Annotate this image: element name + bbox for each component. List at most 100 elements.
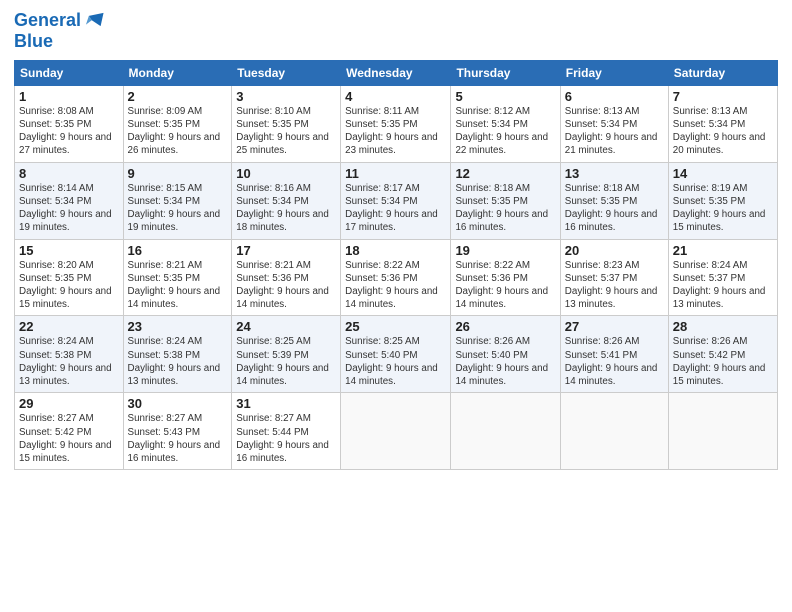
calendar-day-cell: 26Sunrise: 8:26 AMSunset: 5:40 PMDayligh… — [451, 316, 560, 393]
day-number: 23 — [128, 319, 228, 334]
day-number: 16 — [128, 243, 228, 258]
calendar-week-row: 1Sunrise: 8:08 AMSunset: 5:35 PMDaylight… — [15, 85, 778, 162]
day-number: 2 — [128, 89, 228, 104]
calendar-day-cell: 17Sunrise: 8:21 AMSunset: 5:36 PMDayligh… — [232, 239, 341, 316]
day-number: 17 — [236, 243, 336, 258]
day-info: Sunrise: 8:17 AMSunset: 5:34 PMDaylight:… — [345, 182, 446, 235]
day-info: Sunrise: 8:24 AMSunset: 5:38 PMDaylight:… — [128, 335, 228, 388]
calendar-day-cell: 25Sunrise: 8:25 AMSunset: 5:40 PMDayligh… — [341, 316, 451, 393]
calendar-day-cell: 18Sunrise: 8:22 AMSunset: 5:36 PMDayligh… — [341, 239, 451, 316]
weekday-header-saturday: Saturday — [668, 60, 777, 85]
calendar-week-row: 29Sunrise: 8:27 AMSunset: 5:42 PMDayligh… — [15, 393, 778, 470]
day-number: 12 — [455, 166, 555, 181]
day-info: Sunrise: 8:11 AMSunset: 5:35 PMDaylight:… — [345, 105, 446, 158]
logo-text2: Blue — [14, 32, 53, 52]
calendar-week-row: 22Sunrise: 8:24 AMSunset: 5:38 PMDayligh… — [15, 316, 778, 393]
day-number: 1 — [19, 89, 119, 104]
day-number: 14 — [673, 166, 773, 181]
day-info: Sunrise: 8:24 AMSunset: 5:38 PMDaylight:… — [19, 335, 119, 388]
day-info: Sunrise: 8:10 AMSunset: 5:35 PMDaylight:… — [236, 105, 336, 158]
day-info: Sunrise: 8:12 AMSunset: 5:34 PMDaylight:… — [455, 105, 555, 158]
calendar-table: SundayMondayTuesdayWednesdayThursdayFrid… — [14, 60, 778, 470]
day-number: 25 — [345, 319, 446, 334]
day-number: 24 — [236, 319, 336, 334]
day-number: 8 — [19, 166, 119, 181]
day-info: Sunrise: 8:13 AMSunset: 5:34 PMDaylight:… — [565, 105, 664, 158]
calendar-day-cell: 20Sunrise: 8:23 AMSunset: 5:37 PMDayligh… — [560, 239, 668, 316]
day-info: Sunrise: 8:23 AMSunset: 5:37 PMDaylight:… — [565, 259, 664, 312]
weekday-header-monday: Monday — [123, 60, 232, 85]
day-number: 30 — [128, 396, 228, 411]
day-info: Sunrise: 8:27 AMSunset: 5:42 PMDaylight:… — [19, 412, 119, 465]
day-info: Sunrise: 8:21 AMSunset: 5:36 PMDaylight:… — [236, 259, 336, 312]
calendar-day-cell: 16Sunrise: 8:21 AMSunset: 5:35 PMDayligh… — [123, 239, 232, 316]
day-info: Sunrise: 8:27 AMSunset: 5:44 PMDaylight:… — [236, 412, 336, 465]
day-number: 5 — [455, 89, 555, 104]
day-info: Sunrise: 8:24 AMSunset: 5:37 PMDaylight:… — [673, 259, 773, 312]
logo-text: General — [14, 11, 81, 31]
logo-icon — [83, 10, 105, 32]
day-info: Sunrise: 8:18 AMSunset: 5:35 PMDaylight:… — [455, 182, 555, 235]
weekday-header-wednesday: Wednesday — [341, 60, 451, 85]
logo: General Blue — [14, 10, 105, 52]
day-number: 20 — [565, 243, 664, 258]
day-info: Sunrise: 8:26 AMSunset: 5:40 PMDaylight:… — [455, 335, 555, 388]
calendar-day-cell: 28Sunrise: 8:26 AMSunset: 5:42 PMDayligh… — [668, 316, 777, 393]
day-number: 6 — [565, 89, 664, 104]
day-number: 28 — [673, 319, 773, 334]
calendar-day-cell: 19Sunrise: 8:22 AMSunset: 5:36 PMDayligh… — [451, 239, 560, 316]
weekday-header-tuesday: Tuesday — [232, 60, 341, 85]
calendar-day-cell — [451, 393, 560, 470]
day-info: Sunrise: 8:15 AMSunset: 5:34 PMDaylight:… — [128, 182, 228, 235]
calendar-day-cell: 2Sunrise: 8:09 AMSunset: 5:35 PMDaylight… — [123, 85, 232, 162]
day-number: 10 — [236, 166, 336, 181]
day-number: 3 — [236, 89, 336, 104]
day-info: Sunrise: 8:18 AMSunset: 5:35 PMDaylight:… — [565, 182, 664, 235]
calendar-day-cell: 24Sunrise: 8:25 AMSunset: 5:39 PMDayligh… — [232, 316, 341, 393]
calendar-day-cell: 14Sunrise: 8:19 AMSunset: 5:35 PMDayligh… — [668, 162, 777, 239]
day-info: Sunrise: 8:21 AMSunset: 5:35 PMDaylight:… — [128, 259, 228, 312]
calendar-week-row: 8Sunrise: 8:14 AMSunset: 5:34 PMDaylight… — [15, 162, 778, 239]
day-info: Sunrise: 8:26 AMSunset: 5:41 PMDaylight:… — [565, 335, 664, 388]
calendar-day-cell: 30Sunrise: 8:27 AMSunset: 5:43 PMDayligh… — [123, 393, 232, 470]
calendar-day-cell: 1Sunrise: 8:08 AMSunset: 5:35 PMDaylight… — [15, 85, 124, 162]
day-info: Sunrise: 8:22 AMSunset: 5:36 PMDaylight:… — [345, 259, 446, 312]
calendar-day-cell: 6Sunrise: 8:13 AMSunset: 5:34 PMDaylight… — [560, 85, 668, 162]
day-info: Sunrise: 8:27 AMSunset: 5:43 PMDaylight:… — [128, 412, 228, 465]
calendar-day-cell: 11Sunrise: 8:17 AMSunset: 5:34 PMDayligh… — [341, 162, 451, 239]
calendar-day-cell: 31Sunrise: 8:27 AMSunset: 5:44 PMDayligh… — [232, 393, 341, 470]
calendar-day-cell: 22Sunrise: 8:24 AMSunset: 5:38 PMDayligh… — [15, 316, 124, 393]
day-number: 11 — [345, 166, 446, 181]
day-number: 7 — [673, 89, 773, 104]
day-number: 13 — [565, 166, 664, 181]
calendar-day-cell — [341, 393, 451, 470]
day-number: 27 — [565, 319, 664, 334]
calendar-day-cell: 9Sunrise: 8:15 AMSunset: 5:34 PMDaylight… — [123, 162, 232, 239]
calendar-day-cell: 27Sunrise: 8:26 AMSunset: 5:41 PMDayligh… — [560, 316, 668, 393]
calendar-day-cell: 15Sunrise: 8:20 AMSunset: 5:35 PMDayligh… — [15, 239, 124, 316]
page-container: General Blue Sunday — [0, 0, 792, 478]
calendar-day-cell: 3Sunrise: 8:10 AMSunset: 5:35 PMDaylight… — [232, 85, 341, 162]
page-header: General Blue — [14, 10, 778, 52]
day-info: Sunrise: 8:20 AMSunset: 5:35 PMDaylight:… — [19, 259, 119, 312]
day-number: 19 — [455, 243, 555, 258]
calendar-header-row: SundayMondayTuesdayWednesdayThursdayFrid… — [15, 60, 778, 85]
calendar-day-cell: 23Sunrise: 8:24 AMSunset: 5:38 PMDayligh… — [123, 316, 232, 393]
day-number: 15 — [19, 243, 119, 258]
calendar-day-cell — [668, 393, 777, 470]
day-number: 9 — [128, 166, 228, 181]
day-info: Sunrise: 8:25 AMSunset: 5:40 PMDaylight:… — [345, 335, 446, 388]
calendar-day-cell: 8Sunrise: 8:14 AMSunset: 5:34 PMDaylight… — [15, 162, 124, 239]
day-info: Sunrise: 8:22 AMSunset: 5:36 PMDaylight:… — [455, 259, 555, 312]
day-number: 31 — [236, 396, 336, 411]
day-info: Sunrise: 8:19 AMSunset: 5:35 PMDaylight:… — [673, 182, 773, 235]
calendar-day-cell — [560, 393, 668, 470]
day-info: Sunrise: 8:16 AMSunset: 5:34 PMDaylight:… — [236, 182, 336, 235]
calendar-day-cell: 5Sunrise: 8:12 AMSunset: 5:34 PMDaylight… — [451, 85, 560, 162]
calendar-day-cell: 4Sunrise: 8:11 AMSunset: 5:35 PMDaylight… — [341, 85, 451, 162]
weekday-header-sunday: Sunday — [15, 60, 124, 85]
day-info: Sunrise: 8:13 AMSunset: 5:34 PMDaylight:… — [673, 105, 773, 158]
weekday-header-thursday: Thursday — [451, 60, 560, 85]
calendar-day-cell: 12Sunrise: 8:18 AMSunset: 5:35 PMDayligh… — [451, 162, 560, 239]
day-info: Sunrise: 8:26 AMSunset: 5:42 PMDaylight:… — [673, 335, 773, 388]
